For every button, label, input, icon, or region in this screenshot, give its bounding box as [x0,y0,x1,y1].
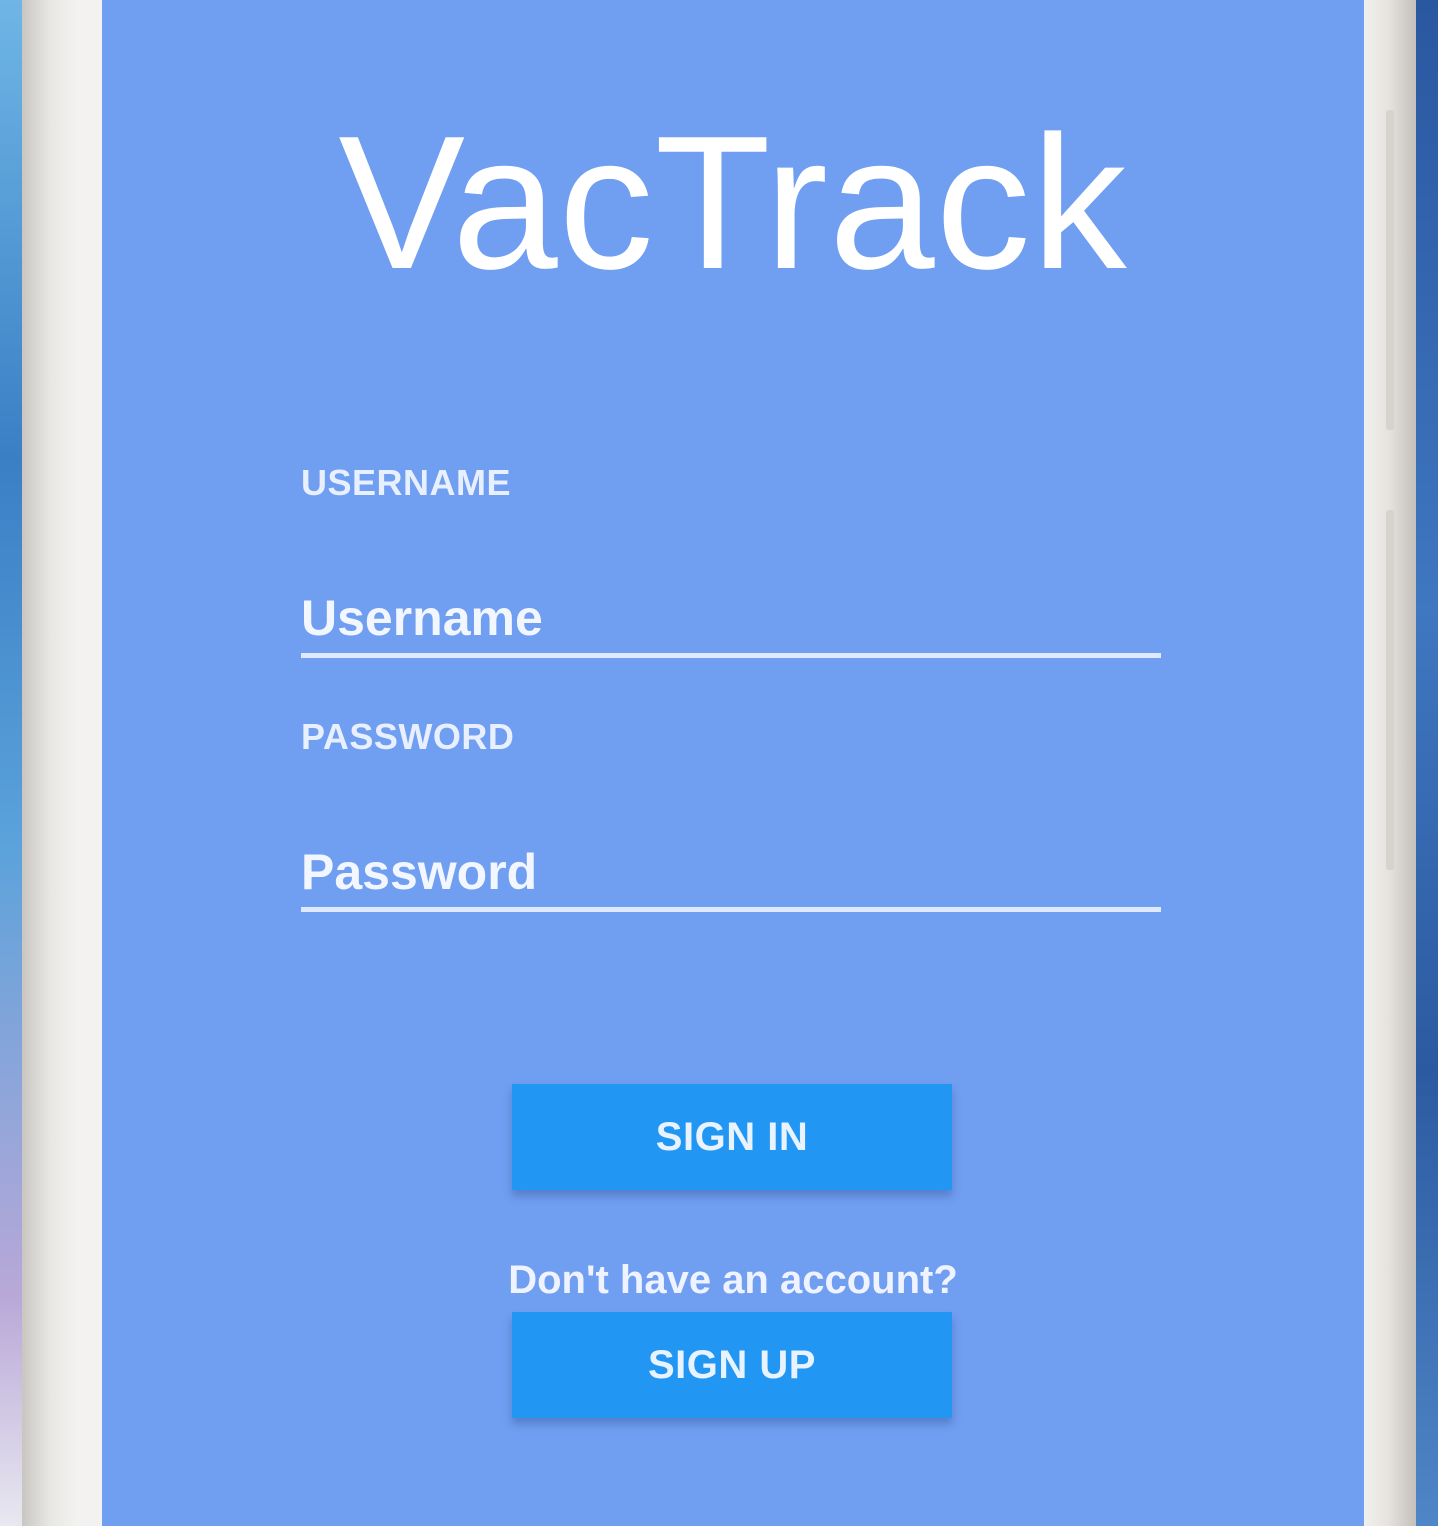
no-account-text: Don't have an account? [508,1258,958,1302]
username-label: USERNAME [301,462,512,503]
phone-side-button [1386,110,1394,430]
desktop-background-left [0,0,22,1526]
password-label: PASSWORD [301,716,515,757]
app-title: VacTrack [338,97,1128,309]
sign-in-button[interactable]: SIGN IN [512,1084,952,1190]
password-input[interactable] [301,837,1161,912]
phone-frame: VacTrack USERNAME PASSWORD SIGN IN Don't… [22,0,1416,1526]
sign-up-button[interactable]: SIGN UP [512,1312,952,1418]
phone-side-button [1386,510,1394,870]
login-screen: VacTrack USERNAME PASSWORD SIGN IN Don't… [102,0,1364,1526]
username-input[interactable] [301,583,1161,658]
